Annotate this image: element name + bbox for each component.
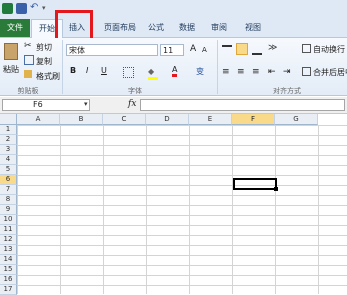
row-header-16[interactable]: 16 (0, 275, 17, 285)
column-header-f[interactable]: F (232, 114, 275, 125)
wrap-text-button[interactable]: 自动换行 (313, 44, 345, 55)
decrease-indent-icon[interactable]: ⇤ (268, 67, 276, 77)
underline-button[interactable]: U (101, 66, 107, 75)
align-bottom-icon[interactable] (252, 45, 262, 55)
align-right-icon[interactable]: ≡ (252, 67, 260, 77)
fill-handle[interactable] (274, 187, 278, 191)
row-header-1[interactable]: 1 (0, 125, 17, 135)
column-header-g[interactable]: G (275, 114, 318, 125)
column-header-d[interactable]: D (146, 114, 189, 125)
paste-button[interactable]: 粘贴 (3, 64, 19, 75)
row-header-12[interactable]: 12 (0, 235, 17, 245)
row-header-4[interactable]: 4 (0, 155, 17, 165)
row-header-5[interactable]: 5 (0, 165, 17, 175)
quick-access-toolbar: ↶ ▾ (0, 0, 347, 19)
tab-formulas[interactable]: 公式 (143, 19, 169, 37)
cut-button[interactable]: 剪切 (36, 42, 52, 53)
italic-button[interactable]: I (86, 66, 88, 75)
tab-file[interactable]: 文件 (0, 19, 30, 37)
column-header-b[interactable]: B (60, 114, 103, 125)
active-cell[interactable] (233, 178, 277, 190)
row-header-3[interactable]: 3 (0, 145, 17, 155)
copy-button[interactable]: 复制 (36, 56, 52, 67)
column-header-c[interactable]: C (103, 114, 146, 125)
borders-icon[interactable] (123, 67, 134, 78)
group-separator (217, 40, 218, 94)
font-color-button[interactable]: A (172, 65, 178, 77)
align-top-icon[interactable] (222, 45, 232, 55)
row-header-2[interactable]: 2 (0, 135, 17, 145)
alignment-group-label: 对齐方式 (273, 87, 301, 95)
name-box[interactable]: F6 (2, 99, 90, 111)
copy-icon[interactable] (24, 55, 34, 65)
format-painter-button[interactable]: 格式刷 (36, 71, 60, 82)
tab-view[interactable]: 视图 (240, 19, 266, 37)
fill-color-icon[interactable]: ◆ (148, 67, 158, 80)
increase-indent-icon[interactable]: ⇥ (283, 67, 291, 77)
align-center-icon[interactable]: ≡ (237, 67, 245, 77)
wrap-text-icon[interactable] (302, 44, 311, 53)
row-header-15[interactable]: 15 (0, 265, 17, 275)
paste-icon[interactable] (4, 43, 18, 60)
row-header-7[interactable]: 7 (0, 185, 17, 195)
insert-function-button[interactable]: fx (128, 99, 136, 109)
tab-data[interactable]: 数据 (174, 19, 200, 37)
row-header-14[interactable]: 14 (0, 255, 17, 265)
column-header-e[interactable]: E (189, 114, 232, 125)
font-size-value: 11 (163, 46, 174, 55)
formula-input[interactable] (140, 99, 345, 111)
grow-font-button[interactable]: A (190, 44, 196, 54)
align-left-icon[interactable]: ≡ (222, 67, 230, 77)
row-header-13[interactable]: 13 (0, 245, 17, 255)
merge-center-icon[interactable] (302, 67, 311, 76)
tab-review[interactable]: 审阅 (206, 19, 232, 37)
font-group-label: 字体 (128, 87, 142, 95)
column-header-a[interactable]: A (17, 114, 60, 125)
dropdown-icon[interactable]: ▾ (42, 3, 53, 14)
cut-icon[interactable]: ✂ (24, 41, 32, 51)
row-header-6[interactable]: 6 (0, 175, 17, 185)
merge-center-button[interactable]: 合并后居中 (313, 67, 347, 78)
row-header-11[interactable]: 11 (0, 225, 17, 235)
row-header-10[interactable]: 10 (0, 215, 17, 225)
select-all-button[interactable] (0, 114, 17, 125)
align-middle-icon[interactable] (236, 43, 248, 55)
tab-page-layout[interactable]: 页面布局 (100, 19, 140, 37)
phonetic-button[interactable]: 变 (196, 66, 204, 77)
font-size-dropdown[interactable]: 11 (160, 44, 184, 56)
bold-button[interactable]: B (70, 66, 76, 75)
row-header-8[interactable]: 8 (0, 195, 17, 205)
name-box-dropdown-icon[interactable]: ▾ (84, 100, 88, 108)
name-box-value: F6 (33, 100, 43, 109)
group-separator (62, 40, 63, 94)
excel-logo-icon (2, 3, 13, 14)
font-name-dropdown[interactable]: 宋体 (66, 44, 158, 56)
undo-icon[interactable]: ↶ (30, 3, 41, 14)
row-header-9[interactable]: 9 (0, 205, 17, 215)
format-painter-icon[interactable] (24, 70, 32, 78)
clipboard-group-label: 剪贴板 (17, 87, 39, 95)
cell-grid[interactable] (17, 125, 347, 294)
save-icon[interactable] (16, 3, 27, 14)
shrink-font-button[interactable]: A (202, 46, 207, 54)
orientation-icon[interactable]: ≫ (268, 43, 277, 53)
font-name-value: 宋体 (69, 46, 85, 55)
